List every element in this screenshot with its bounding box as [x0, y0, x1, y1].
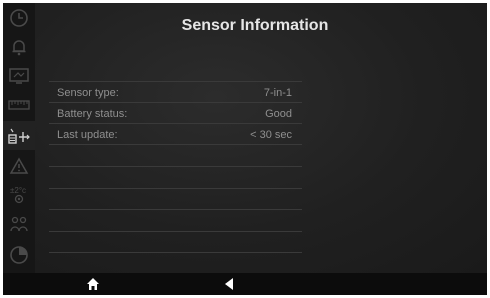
info-row-empty	[49, 209, 302, 231]
info-row-empty	[49, 144, 302, 166]
temperature-offset-icon[interactable]: ±2°c	[3, 180, 35, 209]
ruler-icon[interactable]	[3, 90, 35, 119]
info-row-empty	[49, 166, 302, 188]
divider	[49, 252, 302, 253]
main-content: Sensor Information Sensor type: 7-in-1 B…	[35, 3, 487, 273]
device-screen: ±2°c Sensor Information Sensor type: 7-i…	[3, 3, 487, 295]
row-value: < 30 sec	[250, 128, 292, 141]
clock-icon[interactable]	[3, 3, 35, 32]
info-row-sensor-type: Sensor type: 7-in-1	[49, 81, 302, 103]
svg-text:±2°c: ±2°c	[10, 186, 26, 195]
home-icon[interactable]	[78, 273, 108, 295]
page-title: Sensor Information	[181, 17, 329, 34]
row-value: Good	[265, 107, 292, 120]
info-row-battery-status: Battery status: Good	[49, 102, 302, 124]
bell-icon[interactable]	[3, 32, 35, 61]
sensor-icon[interactable]	[3, 121, 35, 150]
people-icon[interactable]	[3, 209, 35, 238]
info-row-last-update: Last update: < 30 sec	[49, 123, 302, 145]
sidebar: ±2°c	[3, 3, 35, 273]
warning-icon[interactable]	[3, 151, 35, 180]
bottom-nav-bar	[3, 273, 487, 295]
back-arrow-icon[interactable]	[214, 273, 244, 295]
pie-chart-icon[interactable]	[3, 240, 35, 269]
info-row-empty	[49, 188, 302, 210]
row-label: Last update:	[57, 128, 118, 141]
display-icon[interactable]	[3, 61, 35, 90]
row-value: 7-in-1	[263, 86, 292, 99]
row-label: Battery status:	[57, 107, 128, 120]
row-label: Sensor type:	[57, 86, 119, 99]
info-row-empty	[49, 231, 302, 253]
